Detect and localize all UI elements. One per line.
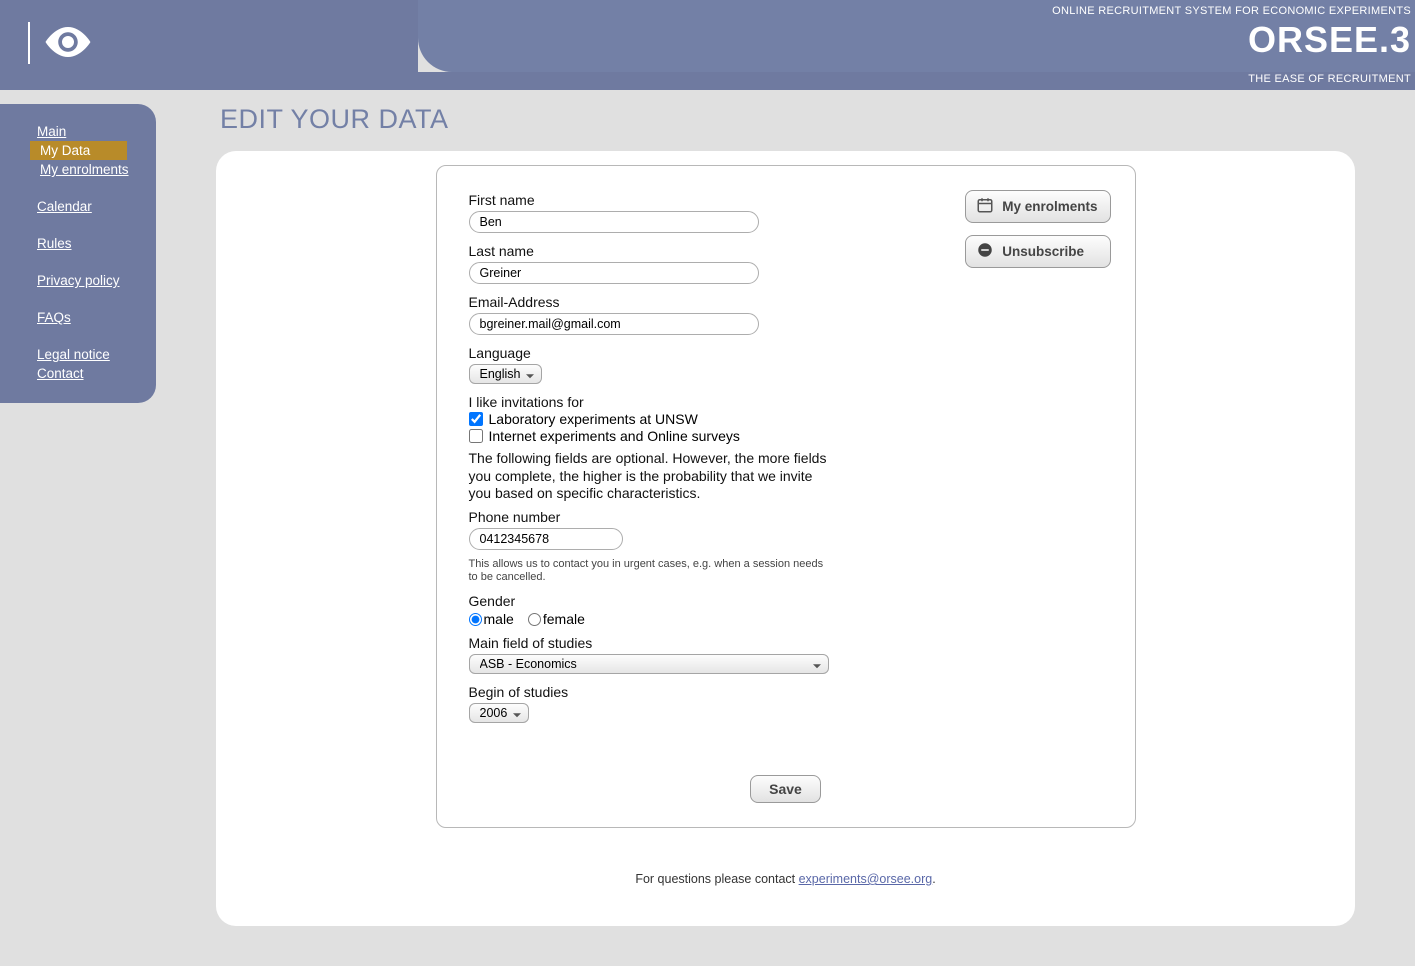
sidebar-item-my-enrolments[interactable]: My enrolments [0, 160, 156, 179]
header-left [0, 0, 418, 72]
invitation-internet-label: Internet experiments and Online surveys [489, 428, 740, 444]
subheader-tagline: THE EASE OF RECRUITMENT [1248, 73, 1411, 85]
invitation-lab-label: Laboratory experiments at UNSW [489, 411, 698, 427]
studies-select[interactable]: ASB - Economics [469, 654, 829, 674]
language-label: Language [469, 345, 1103, 361]
system-tagline: ONLINE RECRUITMENT SYSTEM FOR ECONOMIC E… [1052, 5, 1411, 17]
form-panel: My enrolments Unsubscribe First name Las… [436, 165, 1136, 828]
save-button[interactable]: Save [750, 775, 821, 803]
sidebar-item-rules[interactable]: Rules [0, 234, 156, 253]
subheader: THE EASE OF RECRUITMENT [0, 72, 1415, 90]
header-right: ONLINE RECRUITMENT SYSTEM FOR ECONOMIC E… [418, 0, 1415, 72]
unsubscribe-button[interactable]: Unsubscribe [965, 235, 1110, 268]
first-name-input[interactable] [469, 211, 759, 233]
invitation-internet-checkbox[interactable] [469, 429, 483, 443]
last-name-input[interactable] [469, 262, 759, 284]
gender-female-option[interactable]: female [528, 611, 585, 627]
language-select[interactable]: English [469, 364, 542, 384]
studies-label: Main field of studies [469, 635, 1103, 651]
sidebar-item-legal[interactable]: Legal notice [0, 345, 156, 364]
gender-label: Gender [469, 593, 1103, 609]
sidebar-item-contact[interactable]: Contact [0, 364, 156, 383]
begin-label: Begin of studies [469, 684, 1103, 700]
phone-input[interactable] [469, 528, 623, 550]
minus-circle-icon [976, 241, 994, 262]
logo [28, 22, 92, 64]
phone-label: Phone number [469, 509, 1103, 525]
my-enrolments-button-label: My enrolments [1002, 199, 1097, 214]
phone-help-text: This allows us to contact you in urgent … [469, 558, 829, 586]
begin-select[interactable]: 2006 [469, 703, 529, 723]
email-label: Email-Address [469, 294, 1103, 310]
gender-male-label: male [484, 611, 514, 627]
brand-name: ORSEE.3 [1248, 19, 1411, 61]
header: ONLINE RECRUITMENT SYSTEM FOR ECONOMIC E… [0, 0, 1415, 72]
gender-female-radio[interactable] [528, 613, 541, 626]
calendar-icon [976, 196, 994, 217]
gender-male-option[interactable]: male [469, 611, 514, 627]
sidebar-item-calendar[interactable]: Calendar [0, 197, 156, 216]
logo-divider [28, 22, 30, 64]
page-title: EDIT YOUR DATA [216, 90, 1355, 151]
invitations-label: I like invitations for [469, 394, 1103, 410]
sidebar-item-my-data[interactable]: My Data [30, 141, 127, 160]
gender-female-label: female [543, 611, 585, 627]
unsubscribe-button-label: Unsubscribe [1002, 244, 1084, 259]
invitation-lab-checkbox[interactable] [469, 412, 483, 426]
email-input[interactable] [469, 313, 759, 335]
footer-contact-email[interactable]: experiments@orsee.org [799, 872, 933, 886]
sidebar-item-main[interactable]: Main [0, 122, 156, 141]
gender-male-radio[interactable] [469, 613, 482, 626]
my-enrolments-button[interactable]: My enrolments [965, 190, 1110, 223]
footer-contact: For questions please contact experiments… [216, 872, 1355, 886]
sidebar: Main My Data My enrolments Calendar Rule… [0, 104, 156, 403]
optional-fields-note: The following fields are optional. Howev… [469, 450, 829, 503]
eye-icon [44, 26, 92, 61]
sidebar-item-privacy[interactable]: Privacy policy [0, 271, 156, 290]
footer-contact-text: For questions please contact [635, 872, 798, 886]
sidebar-item-faqs[interactable]: FAQs [0, 308, 156, 327]
content-card: My enrolments Unsubscribe First name Las… [216, 151, 1355, 926]
